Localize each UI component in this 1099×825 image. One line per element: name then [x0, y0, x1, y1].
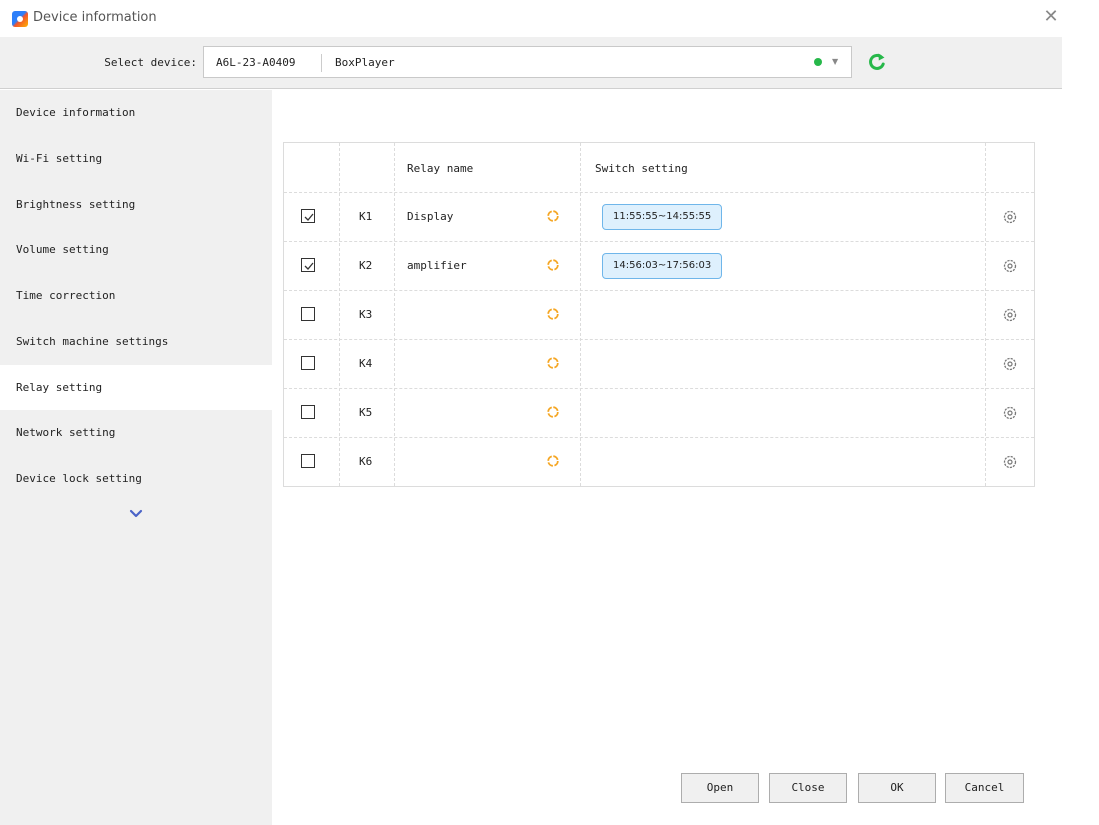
window-title: Device information: [33, 10, 157, 25]
relay-checkbox[interactable]: [301, 258, 315, 272]
relay-table: Relay name Switch setting K1 Display 11:…: [283, 142, 1035, 487]
sidebar-item-wifi-setting[interactable]: Wi-Fi setting: [0, 136, 272, 181]
sidebar-item-time-correction[interactable]: Time correction: [0, 273, 272, 318]
sidebar-item-brightness-setting[interactable]: Brightness setting: [0, 182, 272, 227]
gear-icon[interactable]: [1002, 454, 1018, 470]
sidebar-item-device-lock-setting[interactable]: Device lock setting: [0, 456, 272, 501]
relay-name[interactable]: Display: [407, 210, 453, 223]
select-device-label: Select device:: [104, 56, 197, 69]
title-bar: Device information ✕: [0, 0, 1099, 37]
sidebar-item-switch-machine-settings[interactable]: Switch machine settings: [0, 319, 272, 364]
cancel-button[interactable]: Cancel: [945, 773, 1024, 803]
device-select-bar: Select device: A6L-23-A0409 BoxPlayer ▼: [0, 37, 1062, 89]
header-relay-name: Relay name: [407, 162, 474, 175]
relay-id: K5: [359, 406, 373, 419]
relay-name[interactable]: amplifier: [407, 259, 467, 272]
relay-id: K2: [359, 259, 373, 272]
sidebar: Device information Wi-Fi setting Brightn…: [0, 90, 272, 825]
relay-id: K4: [359, 357, 373, 370]
spinner-icon[interactable]: [546, 307, 560, 321]
spinner-icon[interactable]: [546, 209, 560, 223]
relay-id: K3: [359, 308, 373, 321]
checkmark-icon: [304, 213, 314, 221]
app-icon: [12, 11, 28, 27]
refresh-icon[interactable]: [866, 51, 888, 73]
close-button[interactable]: Close: [769, 773, 847, 803]
online-status-icon: [814, 58, 822, 66]
switch-time-badge[interactable]: 11:55:55~14:55:55: [602, 204, 723, 230]
checkmark-icon: [304, 262, 314, 270]
sidebar-item-device-information[interactable]: Device information: [0, 90, 272, 135]
spinner-icon[interactable]: [546, 356, 560, 370]
table-row: K5: [284, 389, 1034, 437]
gear-icon[interactable]: [1002, 307, 1018, 323]
chevron-down-icon[interactable]: ▼: [832, 57, 838, 66]
close-icon[interactable]: ✕: [1040, 6, 1062, 28]
relay-checkbox[interactable]: [301, 454, 315, 468]
ok-button[interactable]: OK: [858, 773, 936, 803]
device-name: BoxPlayer: [335, 56, 395, 69]
table-row: K2 amplifier 14:56:03~17:56:03: [284, 242, 1034, 290]
table-row: K6: [284, 438, 1034, 486]
switch-time-badge[interactable]: 14:56:03~17:56:03: [602, 253, 723, 279]
relay-checkbox[interactable]: [301, 405, 315, 419]
device-id: A6L-23-A0409: [216, 56, 296, 69]
sidebar-item-network-setting[interactable]: Network setting: [0, 410, 272, 455]
header-switch-setting: Switch setting: [595, 162, 688, 175]
relay-checkbox[interactable]: [301, 356, 315, 370]
table-row: K1 Display 11:55:55~14:55:55: [284, 193, 1034, 241]
divider: [321, 54, 322, 72]
spinner-icon[interactable]: [546, 405, 560, 419]
sidebar-item-relay-setting[interactable]: Relay setting: [0, 365, 272, 410]
gear-icon[interactable]: [1002, 258, 1018, 274]
table-row: K3: [284, 291, 1034, 339]
gear-icon[interactable]: [1002, 209, 1018, 225]
relay-id: K6: [359, 455, 373, 468]
sidebar-item-volume-setting[interactable]: Volume setting: [0, 227, 272, 272]
relay-checkbox[interactable]: [301, 209, 315, 223]
spinner-icon[interactable]: [546, 454, 560, 468]
chevron-down-icon[interactable]: [126, 507, 146, 521]
device-select-dropdown[interactable]: A6L-23-A0409 BoxPlayer ▼: [203, 46, 852, 78]
gear-icon[interactable]: [1002, 405, 1018, 421]
gear-icon[interactable]: [1002, 356, 1018, 372]
open-button[interactable]: Open: [681, 773, 759, 803]
relay-id: K1: [359, 210, 373, 223]
spinner-icon[interactable]: [546, 258, 560, 272]
table-row: K4: [284, 340, 1034, 388]
relay-checkbox[interactable]: [301, 307, 315, 321]
